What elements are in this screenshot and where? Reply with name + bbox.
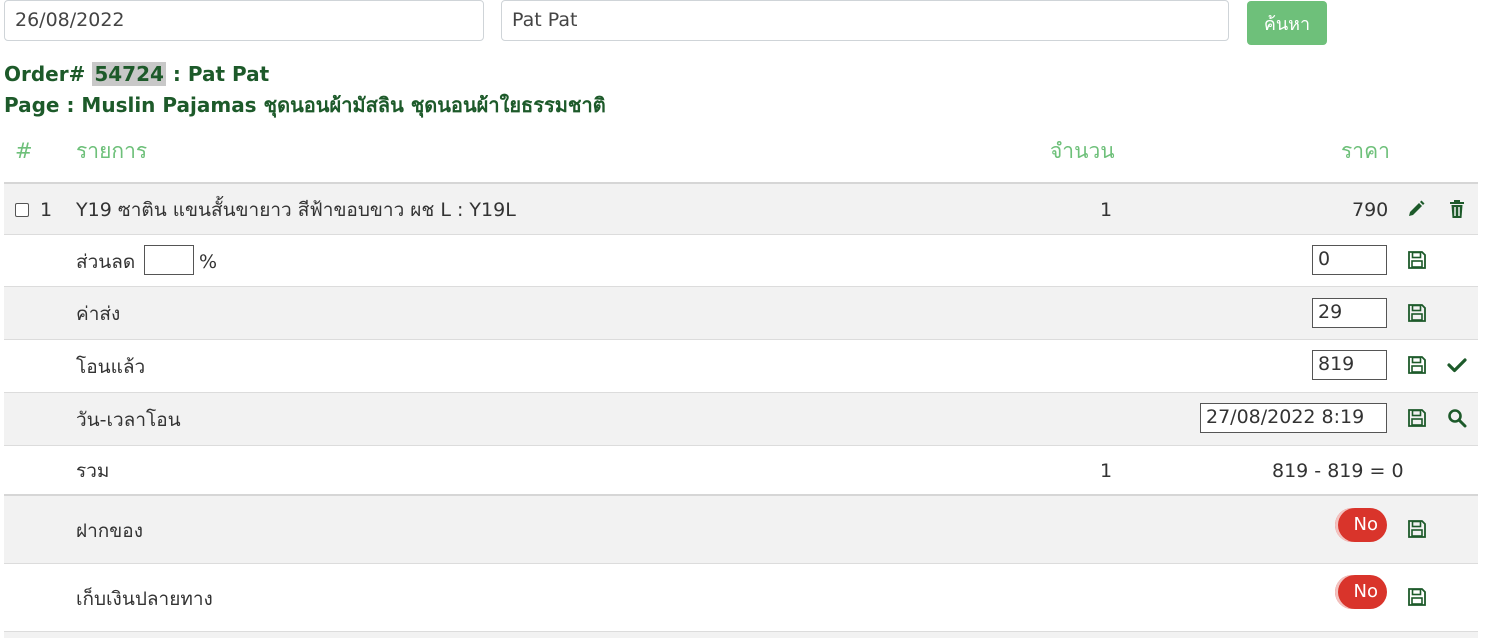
next-row-edge: [4, 631, 1478, 638]
search-button[interactable]: ค้นหา: [1247, 1, 1327, 45]
header-price: ราคา: [1341, 139, 1390, 163]
cod-label: เก็บเงินปลายทาง: [76, 588, 213, 610]
cod-toggle[interactable]: No: [1335, 575, 1387, 609]
item-checkbox[interactable]: [15, 203, 29, 217]
percent-sign: %: [199, 251, 218, 273]
table-row-shipping: ค่าส่ง 29: [4, 286, 1478, 339]
transfer-time-input[interactable]: 27/08/2022 8:19: [1200, 403, 1387, 433]
save-icon[interactable]: [1407, 408, 1427, 428]
table-row-deposit: ฝากของ No: [4, 494, 1478, 563]
save-icon[interactable]: [1407, 250, 1427, 270]
item-name: Y19 ซาติน แขนสั้นขายาว สีฟ้าขอบขาว ผช L …: [76, 199, 516, 221]
search-icon[interactable]: [1447, 408, 1467, 428]
order-number: 54724: [92, 62, 166, 86]
transferred-label: โอนแล้ว: [76, 356, 146, 378]
order-customer: : Pat Pat: [172, 62, 270, 86]
pencil-icon[interactable]: [1406, 199, 1426, 219]
date-field[interactable]: 26/08/2022: [4, 0, 484, 41]
table-row-cod: เก็บเงินปลายทาง No: [4, 563, 1478, 631]
item-index: 1: [40, 199, 53, 221]
discount-label: ส่วนลด: [76, 251, 136, 273]
page-name: Page : Muslin Pajamas ชุดนอนผ้ามัสลิน ชุ…: [4, 93, 606, 117]
shipping-amount-input[interactable]: 29: [1312, 298, 1387, 328]
save-icon[interactable]: [1407, 303, 1427, 323]
transferred-amount-input[interactable]: 819: [1312, 350, 1387, 380]
shipping-label: ค่าส่ง: [76, 303, 121, 325]
total-formula: 819 - 819 = 0: [1272, 460, 1404, 482]
deposit-toggle[interactable]: No: [1335, 508, 1387, 542]
table-row-item: 1 Y19 ซาติน แขนสั้นขายาว สีฟ้าขอบขาว ผช …: [4, 182, 1478, 234]
header-index: #: [15, 139, 33, 163]
discount-percent-input[interactable]: [144, 245, 194, 275]
table-row-transfer-time: วัน-เวลาโอน 27/08/2022 8:19: [4, 392, 1478, 445]
discount-amount-input[interactable]: 0: [1312, 245, 1387, 275]
save-icon[interactable]: [1407, 355, 1427, 375]
save-icon[interactable]: [1407, 519, 1427, 539]
total-label: รวม: [76, 460, 110, 482]
total-qty: 1: [1100, 460, 1113, 482]
trash-icon[interactable]: [1447, 199, 1467, 219]
save-icon[interactable]: [1407, 587, 1427, 607]
item-qty: 1: [1100, 199, 1113, 221]
order-title: Order# 54724 : Pat Pat: [4, 61, 269, 87]
table-row-transferred: โอนแล้ว 819: [4, 339, 1478, 392]
header-item: รายการ: [76, 139, 148, 163]
item-price: 790: [1352, 199, 1389, 221]
table-row-discount: ส่วนลด % 0: [4, 234, 1478, 286]
header-qty: จำนวน: [1050, 139, 1115, 163]
check-icon[interactable]: [1447, 355, 1467, 375]
deposit-label: ฝากของ: [76, 520, 143, 542]
order-prefix: Order#: [4, 62, 86, 86]
table-row-total: รวม 1 819 - 819 = 0: [4, 445, 1478, 494]
customer-name-field[interactable]: Pat Pat: [501, 0, 1229, 41]
transfer-time-label: วัน-เวลาโอน: [76, 409, 181, 431]
